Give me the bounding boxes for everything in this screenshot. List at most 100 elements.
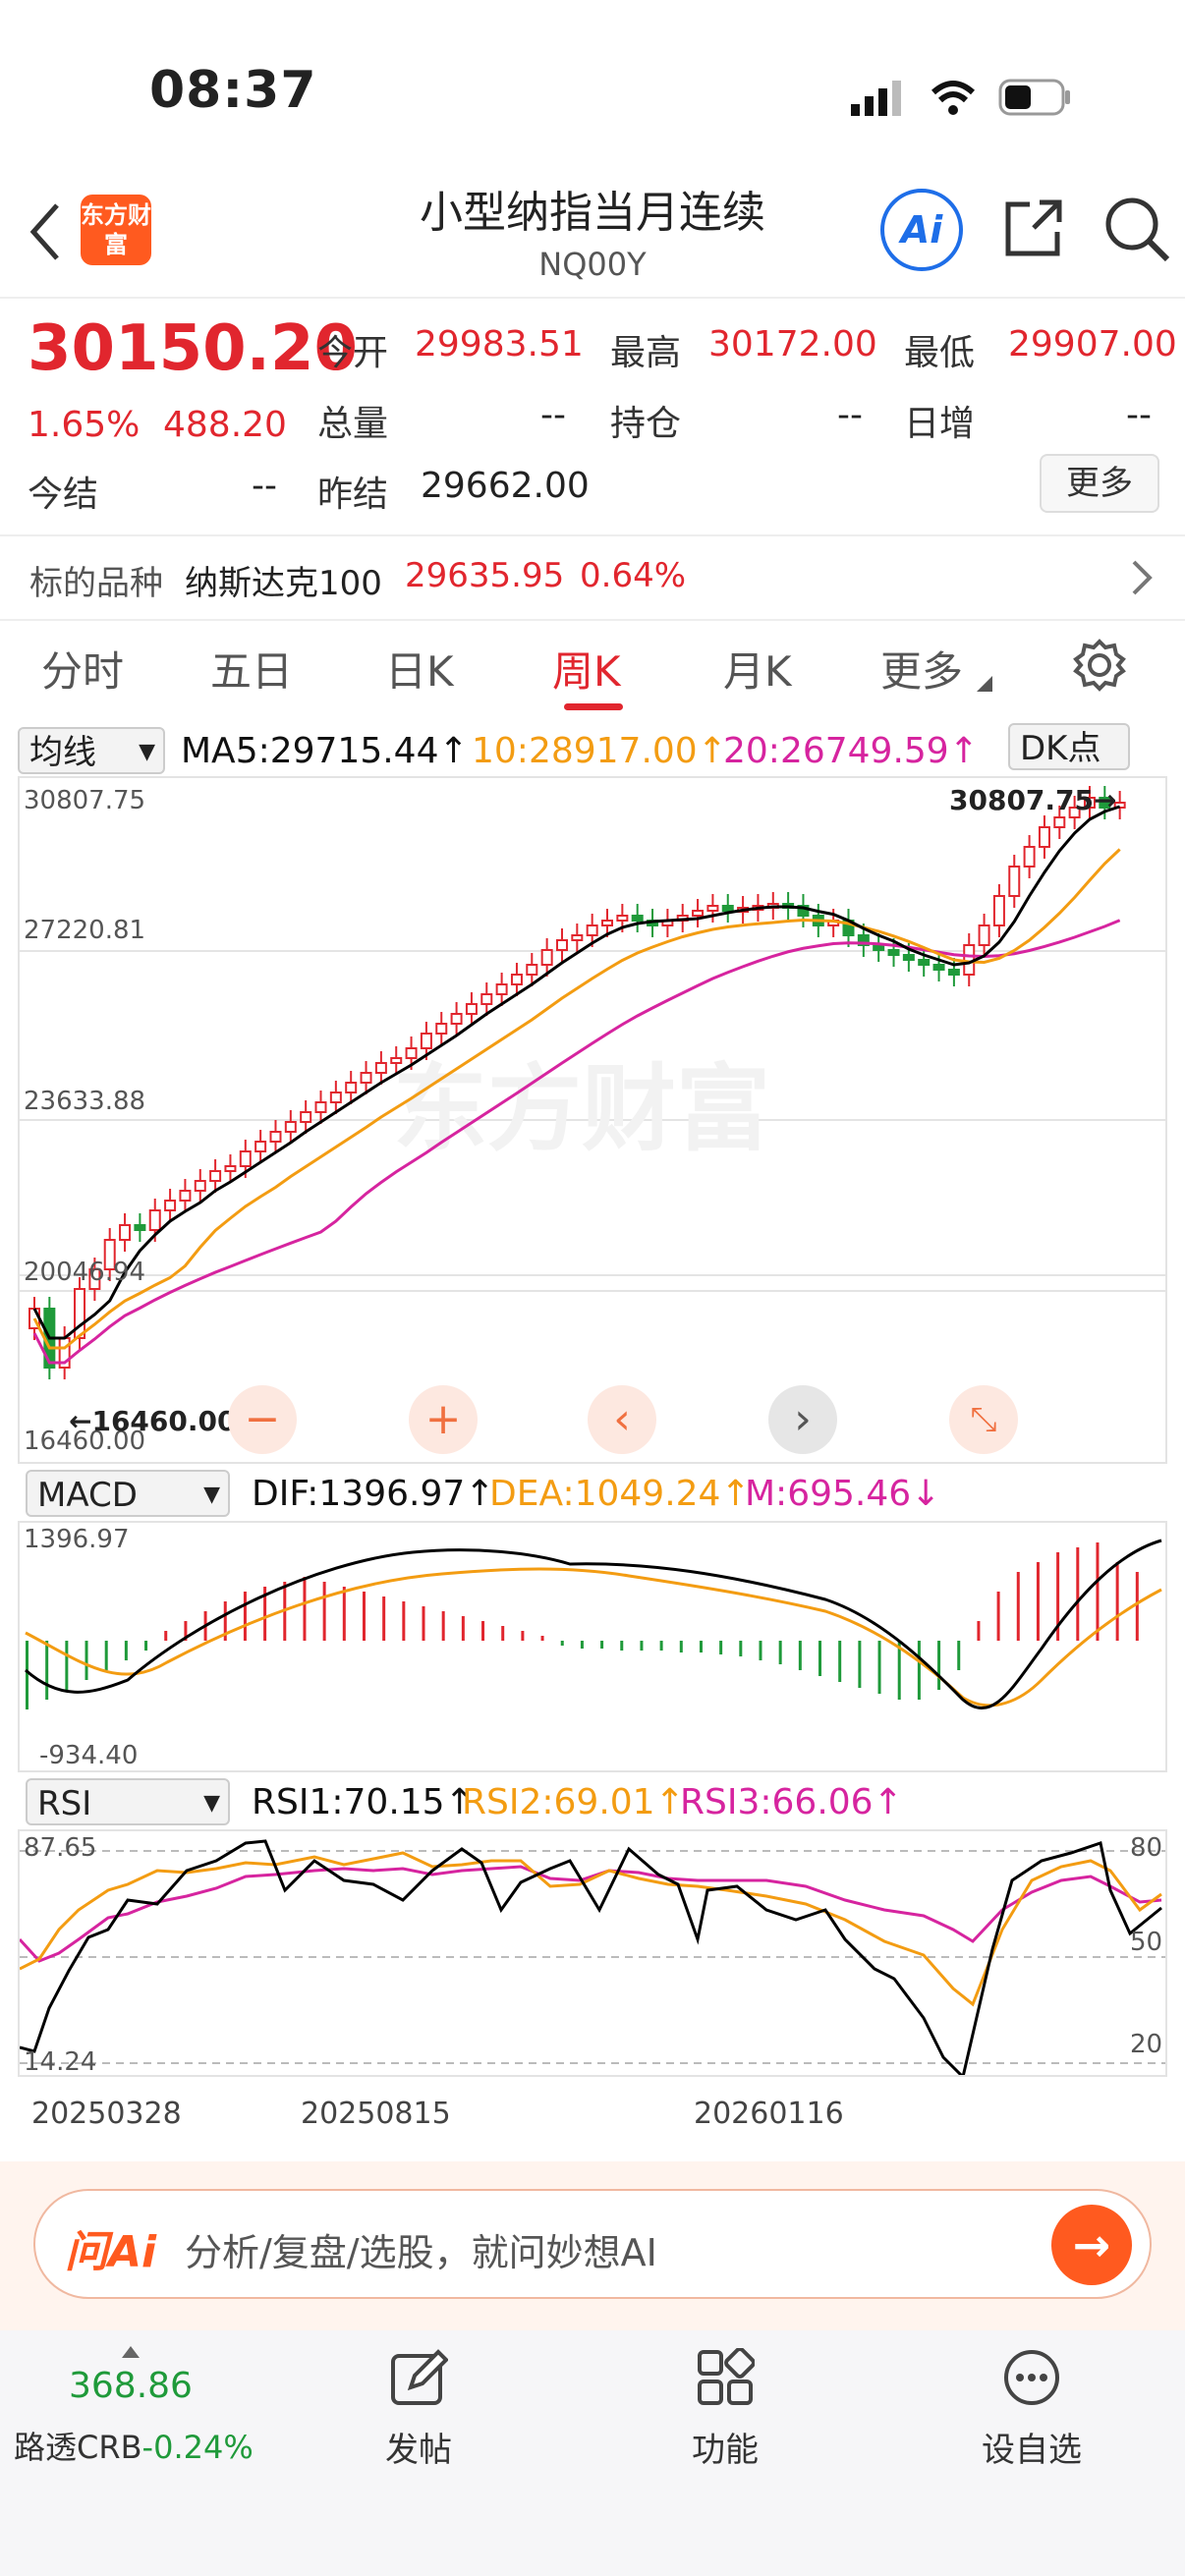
underlying-label: 标的品种 — [29, 564, 163, 603]
daily-increase-label: 日增 — [904, 404, 976, 444]
candle — [480, 993, 493, 1005]
macd-bar — [1096, 1542, 1100, 1641]
rsi1-value: RSI1:70.15↑ — [252, 1782, 475, 1822]
macd-bar — [1016, 1572, 1020, 1641]
candle — [616, 915, 629, 922]
candle — [932, 964, 945, 971]
ma5-value: MA5:29715.44↑ — [181, 731, 469, 771]
ask-ai-input[interactable]: 问Ai 分析/复盘/选股，就问妙想AI → — [33, 2189, 1152, 2299]
dropdown-triangle-icon — [977, 676, 992, 692]
underlying-row[interactable]: 标的品种 纳斯达克100 29635.95 0.64% — [0, 536, 1185, 619]
more-dots-icon[interactable] — [1002, 2348, 1061, 2407]
tab-more[interactable]: 更多 — [880, 639, 963, 699]
crb-pct: -0.24% — [141, 2429, 254, 2466]
scroll-left-button[interactable]: ‹ — [588, 1385, 656, 1454]
candle — [224, 1165, 237, 1172]
macd-bar — [679, 1641, 683, 1652]
tab-monthly-k[interactable]: 月K — [723, 639, 792, 699]
tab-weekly-k[interactable]: 周K — [552, 639, 621, 699]
fullscreen-button[interactable]: ⤡ — [949, 1385, 1018, 1454]
min-price-marker: ←16460.00 — [69, 1405, 237, 1437]
macd-bar — [461, 1616, 465, 1641]
macd-axis-bottom: -934.40 — [39, 1741, 139, 1770]
ma-selector[interactable]: 均线 ▼ — [18, 727, 165, 774]
grid-functions-icon[interactable] — [696, 2348, 755, 2407]
post-label[interactable]: 发帖 — [379, 2423, 458, 2471]
change-value: 488.20 — [163, 405, 287, 445]
tab-daily-k[interactable]: 日K — [385, 639, 454, 699]
search-icon[interactable] — [1102, 195, 1171, 263]
functions-label[interactable]: 功能 — [686, 2423, 764, 2471]
candle — [555, 939, 568, 951]
zoom-in-button[interactable]: + — [409, 1385, 478, 1454]
candle — [918, 959, 931, 966]
candle — [450, 1013, 463, 1025]
ma10-value: 10:28917.00↑ — [472, 731, 727, 771]
dropdown-icon: ▼ — [139, 740, 155, 764]
macd-bar — [303, 1577, 307, 1641]
open-value: 29983.51 — [415, 324, 584, 364]
candle — [706, 905, 719, 912]
candle — [209, 1170, 222, 1182]
edit-post-icon[interactable] — [389, 2348, 448, 2407]
rsi-axis-bottom: 14.24 — [24, 2047, 97, 2077]
macd-bar — [977, 1621, 981, 1641]
macd-bar — [144, 1641, 148, 1651]
underlying-price: 29635.95 — [405, 556, 565, 595]
macd-bar — [402, 1601, 406, 1641]
dif-line — [25, 1539, 1162, 1709]
candle — [526, 964, 538, 976]
more-quote-button[interactable]: 更多 — [1040, 454, 1159, 513]
settings-icon[interactable] — [1073, 639, 1126, 692]
underlying-pct: 0.64% — [580, 556, 687, 595]
macd-bar — [818, 1641, 822, 1676]
share-icon[interactable] — [1000, 196, 1065, 261]
crb-value: 368.86 — [69, 2366, 193, 2406]
ask-ai-placeholder: 分析/复盘/选股，就问妙想AI — [185, 2231, 657, 2274]
active-tab-indicator — [564, 703, 623, 710]
divider — [0, 619, 1185, 621]
wifi-icon — [931, 81, 976, 95]
candle — [1038, 826, 1050, 848]
macd-bar — [917, 1641, 921, 1700]
macd-selector[interactable]: MACD ▼ — [26, 1470, 230, 1517]
candle — [1053, 816, 1066, 828]
ask-ai-submit-button[interactable]: → — [1051, 2205, 1132, 2285]
macd-bar — [996, 1592, 1000, 1641]
candle — [164, 1200, 177, 1211]
volume-value: -- — [540, 395, 566, 435]
max-price-marker: 30807.75→ — [949, 784, 1117, 816]
dk-point-selector[interactable]: DK点 — [1008, 723, 1130, 770]
macd-bar — [937, 1641, 941, 1690]
macd-bar — [481, 1621, 485, 1641]
rsi-level-20: 20 — [1130, 2030, 1163, 2059]
rsi-selector[interactable]: RSI ▼ — [26, 1778, 230, 1825]
candle — [269, 1131, 282, 1143]
macd-axis-top: 1396.97 — [24, 1525, 130, 1554]
macd-bar — [699, 1641, 703, 1652]
tab-five-day[interactable]: 五日 — [210, 639, 293, 699]
settle-label: 今结 — [28, 475, 99, 515]
crb-label: 路透CRB — [14, 2429, 142, 2466]
macd-bar — [540, 1636, 544, 1641]
candle — [134, 1224, 146, 1231]
zoom-out-button[interactable]: − — [228, 1385, 297, 1454]
macd-dif-value: DIF:1396.97↑ — [252, 1474, 495, 1514]
ai-button[interactable]: Ai — [880, 189, 963, 271]
rsi-level-80: 80 — [1130, 1833, 1163, 1863]
candle — [510, 974, 523, 985]
macd-bar — [45, 1641, 49, 1700]
macd-bar — [164, 1631, 168, 1641]
scroll-right-button[interactable]: › — [768, 1385, 837, 1454]
signal-icon — [851, 104, 860, 116]
macd-bar — [104, 1641, 108, 1670]
macd-bar — [1076, 1547, 1080, 1641]
macd-bar — [382, 1596, 386, 1641]
candle — [887, 949, 900, 956]
tab-intraday[interactable]: 分时 — [41, 639, 124, 699]
add-watchlist-label[interactable]: 设自选 — [973, 2423, 1091, 2471]
macd-bar — [778, 1641, 782, 1664]
macd-bar — [441, 1611, 445, 1641]
candle — [390, 1057, 403, 1064]
crb-ticker[interactable]: 路透CRB-0.24% — [14, 2423, 254, 2468]
